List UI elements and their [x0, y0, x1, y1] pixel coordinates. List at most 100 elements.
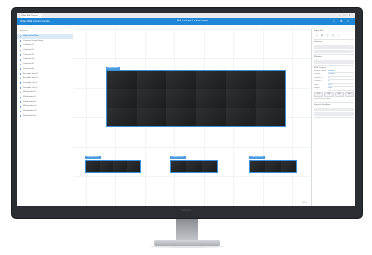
sidebar-item-label: Workstation 6: [23, 114, 37, 117]
display-wall[interactable]: [85, 160, 141, 173]
sidebar-item[interactable]: Workstation 6: [17, 114, 73, 119]
monitor-logo: [181, 209, 191, 211]
monitor-stand-base: [154, 240, 220, 246]
sidebar-item-label: Camera 04: [23, 58, 34, 61]
monitor-stand-neck: [176, 219, 198, 241]
wall-screen[interactable]: [250, 161, 266, 172]
wall-screen[interactable]: [86, 161, 100, 172]
scene-selector[interactable]: Wall 1 ▾ Scene 1 ▾ Save Layout: [177, 18, 208, 25]
wall-display-section: Wall Display ⌃ Window Name Window Source Ca…: [314, 66, 354, 103]
collapse-icon[interactable]: ⌃: [351, 55, 353, 59]
layer-icon[interactable]: ▤: [332, 34, 335, 37]
wall-screen[interactable]: [126, 161, 140, 172]
sidebar-title: Screens: [20, 30, 29, 32]
sidebar-item-label: Video Wall Main: [23, 35, 39, 37]
main-video-wall[interactable]: [106, 70, 286, 127]
wall-screen[interactable]: [225, 89, 256, 108]
layout-canvas[interactable]: Video Wall 1 Display Wall 2 Display Wall…: [73, 29, 311, 206]
wall-screen[interactable]: [136, 89, 167, 108]
wall-screen[interactable]: [99, 161, 113, 172]
wall-screen[interactable]: [196, 71, 226, 90]
wall-screen[interactable]: [196, 89, 226, 108]
close-icon[interactable]: ×: [348, 14, 351, 17]
sidebar-item-label: Workstation 1: [23, 91, 37, 94]
display-wall[interactable]: [249, 160, 297, 173]
display-wall[interactable]: [170, 160, 218, 173]
sidebar: Screens + Video Wall Main Camera Group E…: [17, 29, 74, 206]
fullscreen-icon[interactable]: ⛶: [333, 18, 335, 25]
field-label: Height: [314, 87, 320, 90]
screen-icon: [19, 101, 22, 103]
wall-screen[interactable]: [107, 107, 137, 126]
wall-label: Display Wall 3: [170, 156, 186, 159]
wall-screen[interactable]: [136, 71, 167, 90]
screen-icon: [19, 63, 22, 66]
source-field[interactable]: [314, 107, 354, 112]
wall-screen[interactable]: [171, 161, 187, 172]
screen-icon: [19, 115, 22, 117]
collapse-icon[interactable]: ⌃: [351, 29, 353, 33]
collapse-icon[interactable]: ⌃: [351, 66, 353, 70]
screen: Video Wall Control – □ × Video Wall Cont…: [17, 13, 355, 206]
wall-screen[interactable]: [265, 161, 281, 172]
app-header: Video Wall Control Center Wall 1 ▾ Scene…: [17, 18, 355, 25]
source-info-section: Source Info Area ⌃: [314, 103, 354, 118]
section-title: Wall Display: [314, 66, 326, 69]
wall-screen[interactable]: [225, 71, 256, 90]
wall-label: Display Wall 4: [249, 156, 265, 159]
wall-screen[interactable]: [107, 71, 137, 90]
wall-screen[interactable]: [201, 161, 217, 172]
zoom-level: 100%: [301, 202, 307, 204]
wall-screen[interactable]: [196, 107, 226, 126]
wall-screen[interactable]: [166, 89, 196, 108]
close-icon[interactable]: ×: [347, 18, 349, 25]
wall-screen[interactable]: [255, 71, 285, 90]
split-button[interactable]: 3x3: [334, 92, 344, 98]
split-button[interactable]: 4x4: [344, 92, 354, 98]
wall-screen[interactable]: [136, 107, 167, 126]
field-value[interactable]: 1080: [328, 87, 354, 92]
sidebar-item-label: Camera 03: [23, 53, 34, 56]
split-buttons: 1x1 2x2 3x3 4x4: [314, 91, 354, 98]
minimize-icon[interactable]: –: [338, 14, 341, 17]
wall-screen[interactable]: [113, 161, 127, 172]
collapse-icon[interactable]: ⌃: [351, 40, 353, 44]
screen-select[interactable]: [314, 49, 354, 53]
screen-icon: [19, 54, 22, 56]
wall-screen[interactable]: [255, 89, 285, 108]
split-icon[interactable]: ◫: [326, 34, 329, 37]
screen-icon: [19, 87, 22, 89]
wall-screen[interactable]: [255, 107, 285, 126]
section-title: Window: [314, 56, 322, 58]
screen-icon: [19, 49, 22, 52]
source-field[interactable]: [314, 112, 354, 116]
align-icon[interactable]: ≡: [315, 34, 318, 37]
wall-screen[interactable]: [280, 161, 296, 172]
lock-layout-option[interactable]: Lock Screen Layout: [314, 98, 354, 102]
grid-icon[interactable]: ▦: [321, 34, 324, 37]
window-select[interactable]: [314, 60, 354, 64]
sidebar-item-label: Decoder Out 2: [23, 86, 38, 89]
maximize-icon[interactable]: □: [343, 14, 346, 17]
wall-screen[interactable]: [225, 107, 256, 126]
wall-label: Display Wall 2: [85, 156, 101, 159]
sidebar-item-label: Encoder Input 1: [23, 72, 39, 75]
wall-screen[interactable]: [186, 161, 202, 172]
split-button[interactable]: 1x1: [314, 92, 324, 98]
split-button[interactable]: 2x2: [324, 92, 334, 98]
sidebar-item-label: Decoder Out 1: [23, 81, 38, 84]
wall-screen[interactable]: [107, 89, 137, 108]
gear-icon[interactable]: ⚙: [340, 18, 343, 25]
screen-icon: [19, 77, 22, 80]
screen-icon: [19, 110, 22, 113]
screen-select[interactable]: [314, 45, 354, 49]
delete-icon[interactable]: ▢: [337, 34, 340, 37]
collapse-icon[interactable]: ⌃: [351, 103, 353, 107]
screen-icon: [19, 40, 22, 42]
wall-screen[interactable]: [166, 107, 196, 126]
sidebar-item-label: Workstation 2: [23, 95, 37, 98]
section-title: Screens: [314, 41, 323, 43]
wall-screen[interactable]: [166, 71, 196, 90]
screen-icon: [19, 68, 22, 70]
screen-icon: [19, 59, 22, 61]
